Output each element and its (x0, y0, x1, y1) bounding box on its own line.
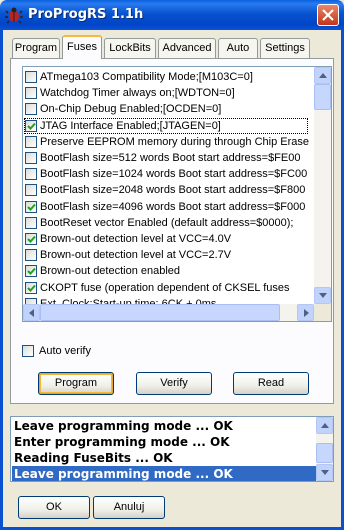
arrow-down-icon (321, 470, 329, 475)
fuse-label: BootFlash size=1024 words Boot start add… (40, 168, 308, 181)
fuse-label: Preserve EEPROM memory during through Ch… (40, 135, 309, 148)
read-button[interactable]: Read (233, 372, 309, 395)
fuse-item[interactable]: ATmega103 Compatibility Mode;[M103C=0] (23, 69, 309, 85)
log-line[interactable]: Leave programming mode ... OK (12, 466, 317, 481)
fuse-label: On-Chip Debug Enabled;[OCDEN=0] (40, 103, 222, 116)
scroll-up-button[interactable] (314, 67, 331, 84)
fuse-label: BootFlash size=2048 words Boot start add… (40, 184, 306, 197)
fuse-item[interactable]: JTAG Interface Enabled;[JTAGEN=0] (23, 117, 309, 134)
fuse-checkbox[interactable] (25, 281, 37, 294)
fuse-label: Watchdog Timer always on;[WDTON=0] (40, 87, 235, 100)
tab-program[interactable]: Program (12, 38, 60, 58)
fuse-label: BootFlash size=4096 words Boot start add… (40, 200, 306, 213)
cancel-button[interactable]: Anuluj (93, 496, 165, 519)
fuse-label: CKOPT fuse (operation dependent of CKSEL… (40, 281, 290, 294)
tab-settings[interactable]: Settings (260, 38, 310, 58)
log-line[interactable]: Reading FuseBits ... OK (12, 450, 317, 466)
fuse-list-hscrollbar[interactable] (23, 304, 314, 321)
log-line[interactable]: Enter programming mode ... OK (12, 434, 317, 450)
arrow-down-icon (319, 293, 327, 298)
log-scroll-up-button[interactable] (316, 417, 333, 434)
fuse-checkbox[interactable] (25, 233, 37, 245)
fuse-item[interactable]: BootReset vector Enabled (default addres… (23, 215, 309, 231)
fuse-item[interactable]: Watchdog Timer always on;[WDTON=0] (23, 85, 309, 101)
fuse-checkbox[interactable] (25, 200, 37, 213)
fuse-item[interactable]: Brown-out detection level at VCC=2.7V (23, 247, 309, 263)
fuse-checkbox[interactable] (25, 216, 37, 229)
fuse-item[interactable]: BootFlash size=1024 words Boot start add… (23, 166, 309, 182)
tab-auto[interactable]: Auto (218, 38, 258, 58)
arrow-left-icon (29, 309, 34, 317)
fuse-item[interactable]: BootFlash size=2048 words Boot start add… (23, 182, 309, 198)
fuse-label: ATmega103 Compatibility Mode;[M103C=0] (40, 71, 253, 83)
tab-lockbits[interactable]: LockBits (104, 38, 156, 58)
auto-verify-box[interactable] (22, 345, 34, 357)
fuse-checkbox[interactable] (25, 119, 37, 132)
title-bar[interactable]: ProProgRS 1.1h (0, 0, 344, 30)
fuse-checkbox[interactable] (25, 87, 37, 100)
scrollbar-corner (314, 304, 331, 321)
fuse-item[interactable]: On-Chip Debug Enabled;[OCDEN=0] (23, 101, 309, 117)
fuse-label: BootFlash size=512 words Boot start addr… (40, 152, 301, 164)
checkmark-icon (27, 122, 36, 130)
fuse-checkbox[interactable] (25, 249, 37, 262)
arrow-up-icon (319, 73, 327, 78)
fuse-item[interactable]: BootFlash size=4096 words Boot start add… (23, 199, 309, 215)
close-button[interactable] (317, 4, 339, 26)
fuse-label: Brown-out detection enabled (40, 265, 181, 278)
checkmark-icon (27, 235, 36, 243)
fuse-checkbox[interactable] (25, 184, 37, 197)
fuse-checkbox[interactable] (25, 71, 37, 83)
fuse-item[interactable]: Brown-out detection enabled (23, 263, 309, 279)
fuse-label: BootReset vector Enabled (default addres… (40, 216, 294, 229)
fuse-checkbox[interactable] (25, 168, 37, 181)
scroll-right-button[interactable] (297, 304, 314, 321)
arrow-up-icon (321, 423, 329, 428)
fuse-checkbox[interactable] (25, 103, 37, 116)
log-vscrollbar[interactable] (316, 417, 333, 481)
fuse-checkbox[interactable] (25, 135, 37, 148)
fuse-list-vscrollbar[interactable] (314, 67, 331, 304)
scroll-left-button[interactable] (23, 304, 40, 321)
ok-button[interactable]: OK (18, 496, 90, 519)
close-icon (322, 9, 334, 21)
log-line[interactable]: Leave programming mode ... OK (12, 418, 317, 434)
fuse-item[interactable]: BootFlash size=512 words Boot start addr… (23, 150, 309, 166)
fuse-label: Brown-out detection level at VCC=2.7V (40, 249, 232, 262)
verify-button[interactable]: Verify (136, 372, 212, 395)
log-list[interactable]: Leave programming mode ... OK Enter progr… (10, 416, 334, 482)
fuse-checklist[interactable]: ATmega103 Compatibility Mode;[M103C=0] Wa… (22, 66, 332, 322)
log-vscroll-thumb[interactable] (316, 443, 333, 463)
program-button[interactable]: Program (38, 372, 114, 395)
vscroll-thumb[interactable] (314, 84, 331, 110)
fuse-checkbox[interactable] (25, 152, 37, 164)
checkmark-icon (27, 284, 36, 292)
fuse-item[interactable]: CKOPT fuse (operation dependent of CKSEL… (23, 280, 309, 296)
fuse-item[interactable]: Preserve EEPROM memory during through Ch… (23, 134, 309, 150)
fuse-label: JTAG Interface Enabled;[JTAGEN=0] (40, 119, 221, 132)
tab-fuses[interactable]: Fuses (62, 35, 102, 59)
arrow-right-icon (304, 309, 309, 317)
checkmark-icon (27, 203, 36, 211)
hscroll-thumb[interactable] (40, 304, 280, 321)
bug-app-icon (5, 6, 23, 24)
scroll-down-button[interactable] (314, 287, 331, 304)
log-scroll-down-button[interactable] (316, 464, 333, 481)
tab-advanced[interactable]: Advanced (158, 38, 216, 58)
auto-verify-label: Auto verify (39, 345, 91, 357)
fuse-checkbox[interactable] (25, 265, 37, 278)
checkmark-icon (27, 268, 36, 276)
fuse-item[interactable]: Brown-out detection level at VCC=4.0V (23, 231, 309, 247)
fuse-label: Brown-out detection level at VCC=4.0V (40, 233, 232, 245)
window-title: ProProgRS 1.1h (28, 7, 144, 22)
